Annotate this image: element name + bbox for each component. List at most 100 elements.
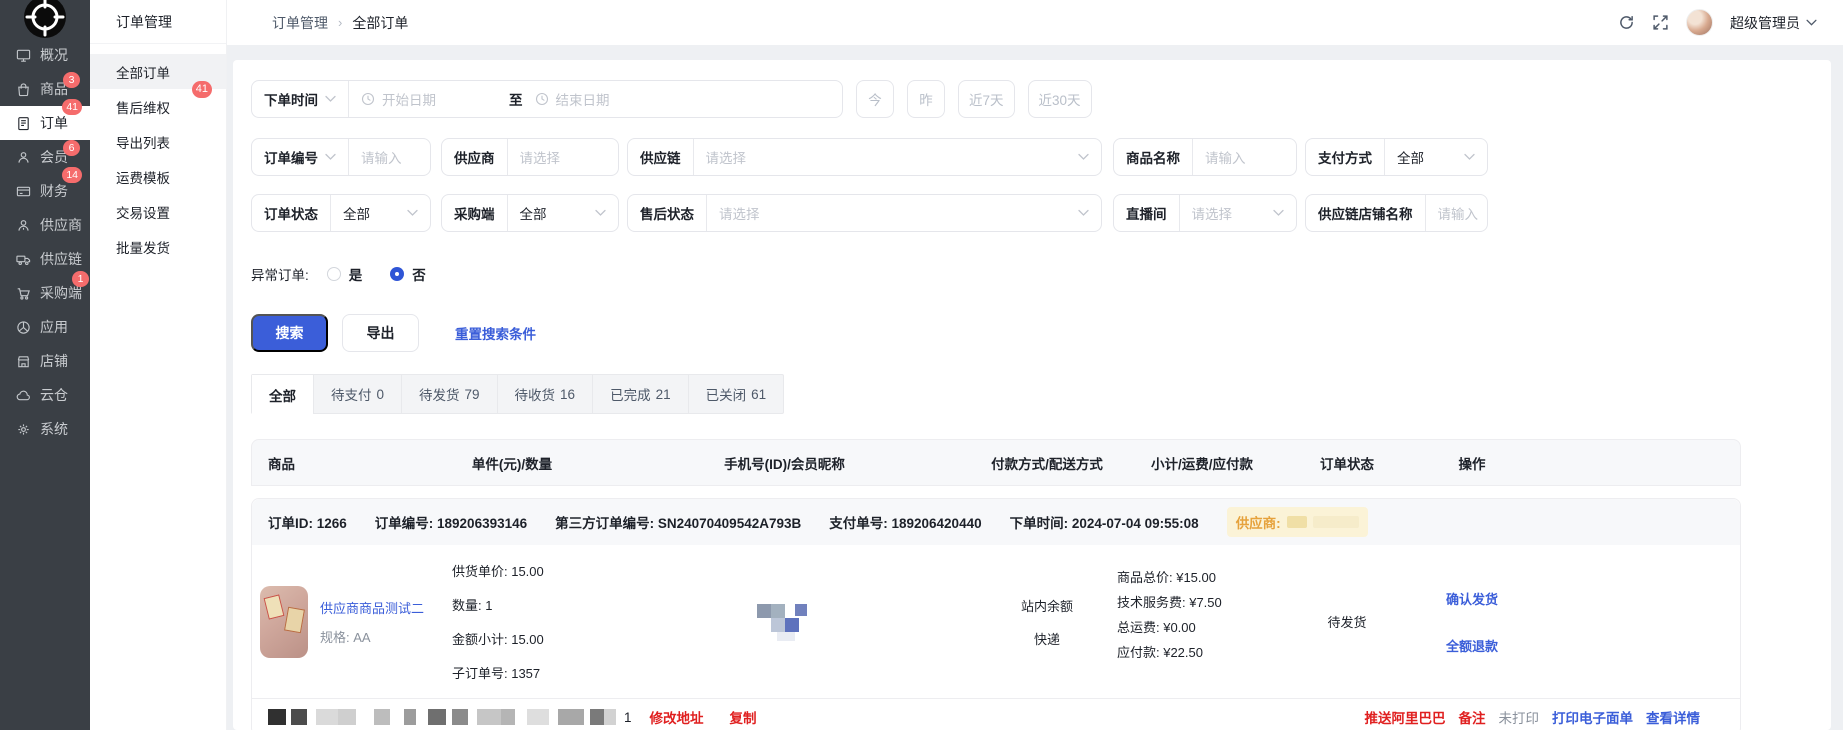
truck-icon bbox=[16, 252, 31, 267]
procure-side-filter[interactable]: 采购端 全部 bbox=[441, 194, 619, 232]
print-label-link[interactable]: 打印电子面单 bbox=[1552, 707, 1633, 727]
push-alibaba-link[interactable]: 推送阿里巴巴 bbox=[1365, 707, 1446, 727]
remark-link[interactable]: 备注 bbox=[1459, 707, 1486, 727]
after-sale-badge: 41 bbox=[192, 81, 212, 98]
tab-pending-payment[interactable]: 待支付0 bbox=[314, 375, 402, 413]
order-status-select[interactable]: 全部 bbox=[331, 203, 430, 223]
submenu-item-batch-ship[interactable]: 批量发货 bbox=[90, 229, 226, 264]
tab-completed[interactable]: 已完成21 bbox=[593, 375, 689, 413]
amount-payable: 应付款: ¥22.50 bbox=[1117, 642, 1297, 661]
supplier-filter[interactable]: 供应商 请选择 bbox=[441, 138, 619, 176]
supplier-select[interactable]: 请选择 bbox=[508, 147, 619, 167]
after-sale-status-filter[interactable]: 售后状态 请选择 bbox=[627, 194, 1102, 232]
submenu-item-trade-settings[interactable]: 交易设置 bbox=[90, 194, 226, 229]
sidebar-item-overview[interactable]: 概况 bbox=[0, 38, 90, 72]
member-cell bbox=[582, 561, 987, 682]
start-date-input[interactable]: 开始日期 bbox=[349, 89, 509, 109]
procure-side-value: 全部 bbox=[520, 203, 547, 223]
abnormal-yes-radio[interactable]: 是 bbox=[327, 264, 363, 284]
supplier-tag-label: 供应商: bbox=[1236, 512, 1281, 532]
after-sale-status-select[interactable]: 请选择 bbox=[707, 203, 1101, 223]
chevron-down-icon bbox=[325, 95, 336, 103]
tab-all[interactable]: 全部 bbox=[252, 375, 314, 414]
quick-today-button[interactable]: 今 bbox=[856, 80, 894, 118]
sidebar-item-label: 系统 bbox=[40, 419, 68, 439]
export-button[interactable]: 导出 bbox=[342, 314, 419, 352]
supplier-tag: 供应商: bbox=[1227, 507, 1368, 537]
end-date-input[interactable]: 结束日期 bbox=[523, 89, 622, 109]
fullscreen-button[interactable] bbox=[1652, 14, 1669, 31]
breadcrumb-order-management[interactable]: 订单管理 bbox=[272, 13, 328, 33]
full-refund-link[interactable]: 全额退款 bbox=[1446, 636, 1498, 655]
supply-chain-select[interactable]: 请选择 bbox=[694, 147, 1102, 167]
tab-pending-receipt[interactable]: 待收货16 bbox=[498, 375, 594, 413]
confirm-ship-link[interactable]: 确认发货 bbox=[1446, 589, 1498, 608]
sidebar-item-procurement[interactable]: 采购端 1 bbox=[0, 276, 90, 310]
date-range-picker[interactable]: 开始日期 至 结束日期 bbox=[349, 81, 842, 117]
product-name-filter[interactable]: 商品名称 请输入 bbox=[1113, 138, 1297, 176]
submenu-item-freight-template[interactable]: 运费模板 bbox=[90, 159, 226, 194]
product-spec: 规格: AA bbox=[320, 627, 424, 646]
view-details-link[interactable]: 查看详情 bbox=[1646, 707, 1700, 727]
sidebar-item-shop[interactable]: 店铺 bbox=[0, 344, 90, 378]
tab-pending-shipment[interactable]: 待发货79 bbox=[402, 375, 498, 413]
abnormal-no-radio[interactable]: 否 bbox=[390, 264, 426, 284]
user-icon bbox=[16, 150, 31, 165]
chain-shop-name-filter[interactable]: 供应链店铺名称 请输入 bbox=[1305, 194, 1488, 232]
cloud-icon bbox=[16, 388, 31, 403]
time-type-select[interactable]: 下单时间 bbox=[252, 89, 348, 109]
supplier-label: 供应商 bbox=[442, 147, 507, 167]
sidebar-item-label: 供应链 bbox=[40, 249, 82, 269]
quick-30days-button[interactable]: 近30天 bbox=[1028, 80, 1092, 118]
order-footer-actions: 推送阿里巴巴 备注 未打印 打印电子面单 查看详情 bbox=[1365, 707, 1701, 727]
product-name-link[interactable]: 供应商商品测试二 bbox=[320, 598, 424, 617]
chevron-down-icon bbox=[595, 209, 606, 217]
sidebar-item-label: 财务 bbox=[40, 181, 68, 201]
sidebar-item-suppliers[interactable]: 供应商 bbox=[0, 208, 90, 242]
live-room-select[interactable]: 请选择 bbox=[1180, 203, 1297, 223]
refresh-button[interactable] bbox=[1618, 14, 1635, 31]
chain-shop-name-input[interactable]: 请输入 bbox=[1426, 203, 1488, 223]
sidebar-item-system[interactable]: 系统 bbox=[0, 412, 90, 446]
tab-closed[interactable]: 已关闭61 bbox=[689, 375, 784, 413]
app-window: 概况 商品 3 订单 41 会员 6 财务 14 bbox=[0, 0, 1843, 730]
search-button[interactable]: 搜索 bbox=[251, 314, 328, 352]
members-badge: 6 bbox=[63, 140, 80, 156]
edit-address-link[interactable]: 修改地址 bbox=[650, 707, 704, 727]
submenu-title: 订单管理 bbox=[90, 0, 226, 44]
product-thumbnail[interactable] bbox=[260, 586, 308, 658]
sidebar-item-finance[interactable]: 财务 14 bbox=[0, 174, 90, 208]
chevron-down-icon bbox=[1464, 153, 1475, 161]
copy-address-link[interactable]: 复制 bbox=[730, 707, 757, 727]
sidebar-item-cloud-warehouse[interactable]: 云仓 bbox=[0, 378, 90, 412]
quick-7days-button[interactable]: 近7天 bbox=[958, 80, 1015, 118]
tab-count: 61 bbox=[751, 387, 766, 402]
sidebar-item-apps[interactable]: 应用 bbox=[0, 310, 90, 344]
reset-search-link[interactable]: 重置搜索条件 bbox=[455, 323, 536, 343]
user-avatar[interactable] bbox=[1686, 9, 1713, 36]
submenu-item-export-list[interactable]: 导出列表 bbox=[90, 124, 226, 159]
order-time: 下单时间: 2024-07-04 09:55:08 bbox=[1010, 512, 1199, 532]
live-room-filter[interactable]: 直播间 请选择 bbox=[1113, 194, 1297, 232]
goods-total: 商品总价: ¥15.00 bbox=[1117, 567, 1297, 586]
radio-checked-icon bbox=[390, 267, 404, 281]
header-payment-delivery: 付款方式/配送方式 bbox=[987, 453, 1107, 473]
submenu-item-after-sale[interactable]: 售后维权41 bbox=[90, 89, 226, 124]
orders-card: 下单时间 开始日期 至 结束日期 bbox=[233, 60, 1831, 730]
user-menu[interactable]: 超级管理员 bbox=[1730, 13, 1817, 33]
fullscreen-icon bbox=[1652, 14, 1669, 31]
product-name-input[interactable]: 请输入 bbox=[1193, 147, 1296, 167]
sidebar-item-orders[interactable]: 订单 41 bbox=[0, 106, 90, 140]
tab-count: 21 bbox=[656, 387, 671, 402]
procure-side-select[interactable]: 全部 bbox=[508, 203, 619, 223]
pay-method-select[interactable]: 全部 bbox=[1385, 147, 1487, 167]
quick-yesterday-button[interactable]: 昨 bbox=[907, 80, 945, 118]
pay-method-filter[interactable]: 支付方式 全部 bbox=[1305, 138, 1488, 176]
supply-chain-filter[interactable]: 供应链 请选择 bbox=[627, 138, 1102, 176]
app-logo[interactable] bbox=[0, 0, 90, 34]
third-party-order-number: 第三方订单编号: SN24070409542A793B bbox=[555, 512, 801, 532]
order-no-filter[interactable]: 订单编号 请输入 bbox=[251, 138, 431, 176]
date-range-to: 至 bbox=[509, 89, 523, 109]
order-no-input[interactable]: 请输入 bbox=[349, 147, 430, 167]
order-status-filter[interactable]: 订单状态 全部 bbox=[251, 194, 431, 232]
